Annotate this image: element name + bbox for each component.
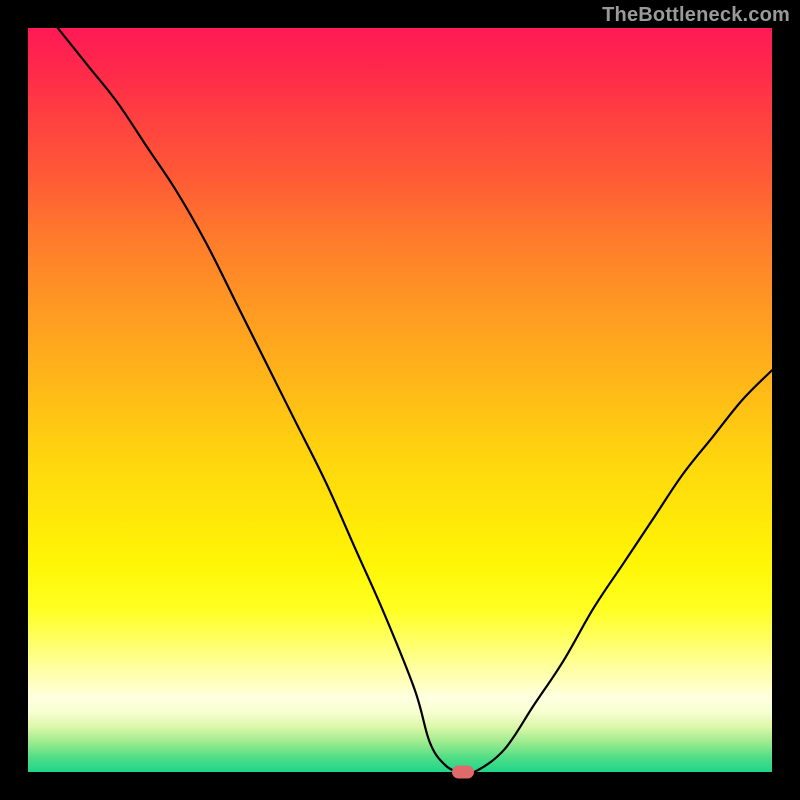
bottleneck-chart	[28, 28, 772, 772]
chart-svg	[28, 28, 772, 772]
optimal-point-marker	[452, 766, 474, 779]
watermark-text: TheBottleneck.com	[602, 4, 790, 27]
bottleneck-curve	[58, 28, 772, 772]
